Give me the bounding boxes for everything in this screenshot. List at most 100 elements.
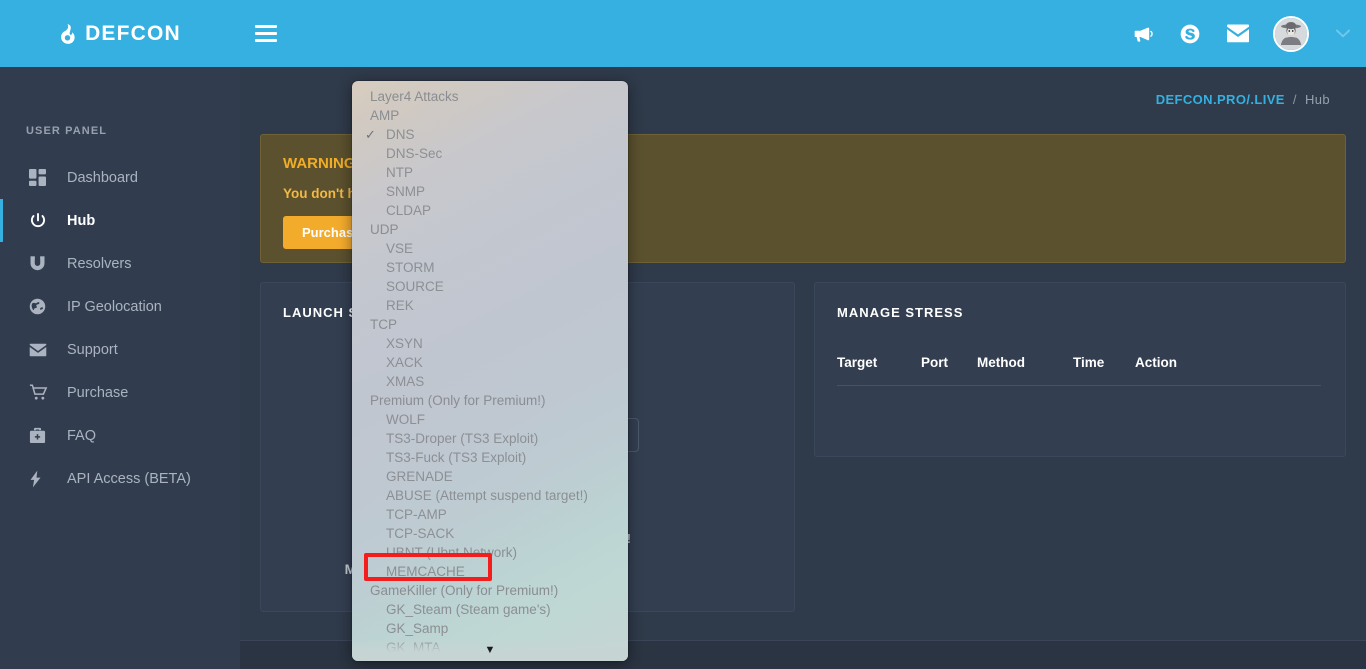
dropdown-option[interactable]: GK_Samp (352, 619, 628, 638)
dropdown-option[interactable]: XACK (352, 353, 628, 372)
dropdown-option-label: TS3-Droper (TS3 Exploit) (386, 431, 539, 446)
sidebar: USER PANEL Dashboard Hub Resolvers IP Ge… (0, 67, 240, 669)
sidebar-item-hub[interactable]: Hub (0, 199, 240, 242)
dropdown-option-label: TCP-SACK (386, 526, 455, 541)
dropdown-option-list: Layer4 Attacks AMP ✓ DNS DNS-Sec NTP SNMP CLDAP… (352, 87, 628, 657)
dropdown-option: GameKiller (Only for Premium!) (352, 581, 628, 600)
magnet-icon (29, 255, 55, 272)
sidebar-item-label: Dashboard (67, 169, 138, 186)
sidebar-item-label: Purchase (67, 384, 129, 401)
top-header-bar: DEFCON (0, 0, 1366, 67)
dropdown-option[interactable]: GK_Steam (Steam game's) (352, 600, 628, 619)
briefcase-icon (29, 427, 55, 444)
dropdown-option[interactable]: CLDAP (352, 201, 628, 220)
dropdown-option[interactable]: DNS-Sec (352, 144, 628, 163)
dropdown-option-label: VSE (386, 241, 414, 256)
dropdown-option-label: UBNT (Ubnt Network) (386, 545, 518, 560)
dropdown-option[interactable]: TS3-Fuck (TS3 Exploit) (352, 448, 628, 467)
sidebar-section-title: USER PANEL (26, 125, 108, 137)
breadcrumb-current: Hub (1304, 92, 1330, 107)
dropdown-option[interactable]: MEMCACHE (352, 562, 628, 581)
sidebar-item-label: FAQ (67, 427, 97, 444)
dropdown-option[interactable]: UBNT (Ubnt Network) (352, 543, 628, 562)
dropdown-option[interactable]: STORM (352, 258, 628, 277)
check-icon: ✓ (365, 127, 376, 142)
dropdown-option[interactable]: XSYN (352, 334, 628, 353)
column-header-target: Target (837, 355, 878, 370)
dropdown-option: AMP (352, 106, 628, 125)
sidebar-item-label: API Access (BETA) (67, 470, 191, 487)
column-header-time: Time (1073, 355, 1105, 370)
dropdown-option-label: GK_Samp (386, 621, 449, 636)
sidebar-nav-list: Dashboard Hub Resolvers IP Geolocation S… (0, 156, 240, 500)
breadcrumb-separator: / (1292, 92, 1297, 107)
sidebar-item-api-access[interactable]: API Access (BETA) (0, 457, 240, 500)
table-header-row: Target Port Method Time Action (837, 355, 1321, 386)
hamburger-bar (255, 25, 277, 28)
breadcrumb-root[interactable]: DEFCON.PRO/.LIVE (1156, 92, 1285, 107)
dropdown-option-label: CLDAP (386, 203, 432, 218)
dropdown-option-label: Layer4 Attacks (370, 89, 459, 104)
dropdown-option-label: TS3-Fuck (TS3 Exploit) (386, 450, 527, 465)
dropdown-option-label: GK_Steam (Steam game's) (386, 602, 551, 617)
dropdown-scroll-down-icon[interactable]: ▼ (352, 639, 628, 661)
dropdown-option-label: XACK (386, 355, 423, 370)
sidebar-item-purchase[interactable]: Purchase (0, 371, 240, 414)
dropdown-option[interactable]: VSE (352, 239, 628, 258)
dropdown-option-label: TCP-AMP (386, 507, 447, 522)
chevron-down-icon[interactable] (1320, 0, 1366, 67)
dropdown-option[interactable]: TCP-AMP (352, 505, 628, 524)
dropdown-option-label: NTP (386, 165, 413, 180)
cart-icon (29, 384, 55, 401)
dropdown-option: TCP (352, 315, 628, 334)
sidebar-item-support[interactable]: Support (0, 328, 240, 371)
dropdown-option[interactable]: TCP-SACK (352, 524, 628, 543)
column-header-port: Port (921, 355, 948, 370)
dropdown-option[interactable]: TS3-Droper (TS3 Exploit) (352, 429, 628, 448)
brand-title: DEFCON (85, 21, 181, 45)
power-icon (29, 212, 55, 230)
dropdown-option: Layer4 Attacks (352, 87, 628, 106)
dropdown-option[interactable]: SOURCE (352, 277, 628, 296)
dropdown-option[interactable]: GRENADE (352, 467, 628, 486)
sidebar-item-label: IP Geolocation (67, 298, 162, 315)
globe-icon (29, 298, 55, 315)
manage-stress-table: Target Port Method Time Action (837, 355, 1321, 386)
hamburger-menu-icon[interactable] (240, 0, 292, 67)
dropdown-option[interactable]: XMAS (352, 372, 628, 391)
hamburger-bar (255, 32, 277, 35)
dropdown-option[interactable]: WOLF (352, 410, 628, 429)
brand-logo[interactable]: DEFCON (0, 0, 240, 67)
manage-stress-title: MANAGE STRESS (837, 305, 964, 320)
sidebar-item-resolvers[interactable]: Resolvers (0, 242, 240, 285)
dropdown-option-label: ABUSE (Attempt suspend target!) (386, 488, 588, 503)
dropdown-option: UDP (352, 220, 628, 239)
dropdown-option[interactable]: ✓ DNS (352, 125, 628, 144)
dropdown-option-label: SOURCE (386, 279, 444, 294)
sidebar-item-faq[interactable]: FAQ (0, 414, 240, 457)
method-dropdown-list[interactable]: Layer4 Attacks AMP ✓ DNS DNS-Sec NTP SNMP CLDAP… (352, 81, 628, 661)
sidebar-item-label: Hub (67, 212, 96, 229)
dropdown-option: Premium (Only for Premium!) (352, 391, 628, 410)
dropdown-option-label: GRENADE (386, 469, 453, 484)
envelope-icon (29, 343, 55, 357)
dropdown-option[interactable]: ABUSE (Attempt suspend target!) (352, 486, 628, 505)
mail-icon[interactable] (1214, 0, 1262, 67)
sidebar-item-dashboard[interactable]: Dashboard (0, 156, 240, 199)
dropdown-option[interactable]: NTP (352, 163, 628, 182)
flame-icon (59, 23, 76, 44)
dropdown-option-label: SNMP (386, 184, 426, 199)
manage-stress-panel: MANAGE STRESS Target Port Method Time Ac… (814, 282, 1346, 457)
dropdown-option[interactable]: SNMP (352, 182, 628, 201)
hamburger-bar (255, 39, 277, 42)
sidebar-item-label: Resolvers (67, 255, 132, 272)
announcement-icon[interactable] (1118, 0, 1166, 67)
dropdown-option-label: XSYN (386, 336, 423, 351)
dropdown-option-label: GameKiller (Only for Premium!) (370, 583, 559, 598)
sidebar-item-ip-geolocation[interactable]: IP Geolocation (0, 285, 240, 328)
avatar[interactable] (1262, 0, 1320, 67)
dropdown-option[interactable]: REK (352, 296, 628, 315)
dropdown-option-label: DNS (386, 127, 415, 142)
skype-icon[interactable] (1166, 0, 1214, 67)
sidebar-item-label: Support (67, 341, 118, 358)
